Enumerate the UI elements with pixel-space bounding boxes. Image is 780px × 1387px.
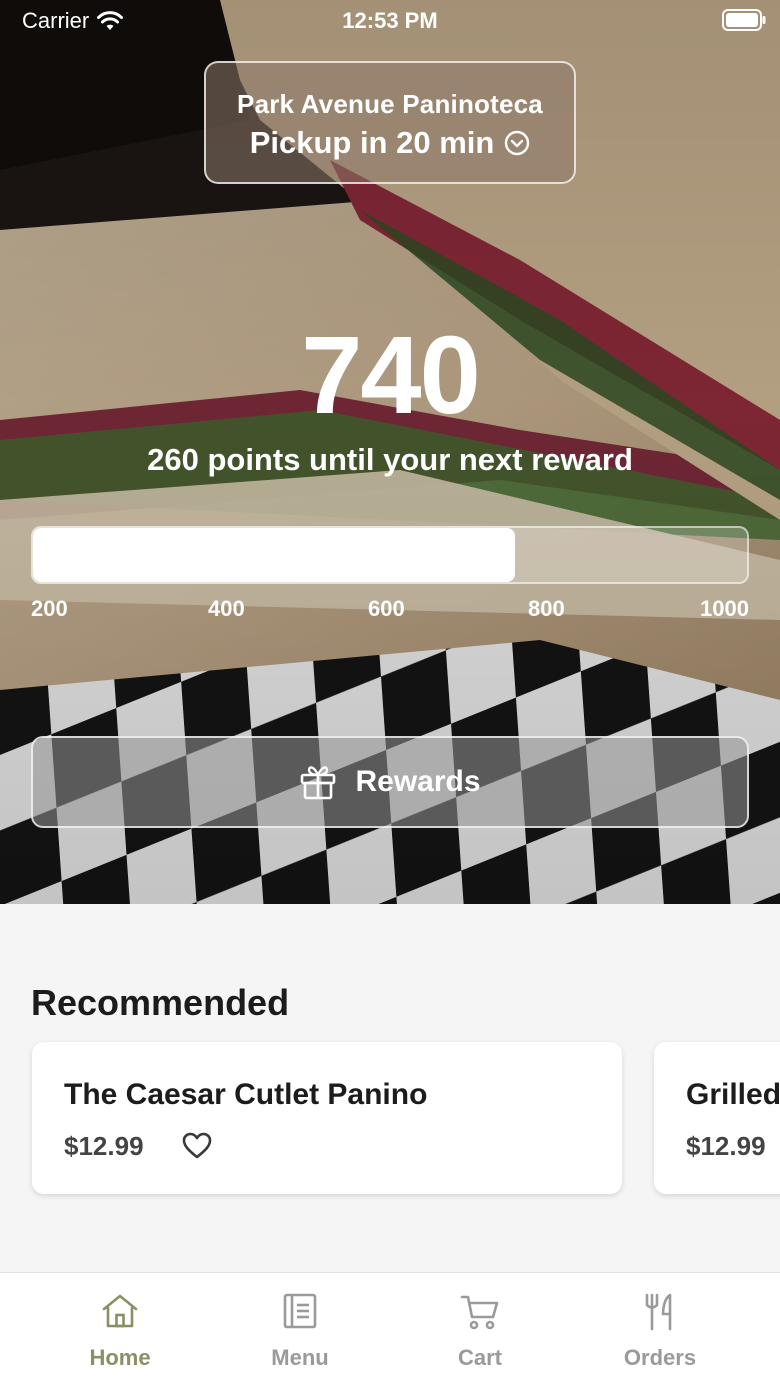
recommended-item-card[interactable]: Grilled $12.99 bbox=[654, 1042, 780, 1194]
tab-cart[interactable]: Cart bbox=[390, 1273, 570, 1387]
item-price: $12.99 bbox=[64, 1131, 144, 1161]
tab-orders[interactable]: Orders bbox=[570, 1273, 750, 1387]
cart-icon bbox=[460, 1295, 499, 1330]
progress-tick-labels: 200 400 600 800 1000 bbox=[31, 596, 749, 624]
utensils-icon bbox=[645, 1293, 672, 1331]
status-bar: Carrier 12:53 PM bbox=[0, 0, 780, 40]
rewards-progress-fill bbox=[33, 528, 515, 582]
pickup-time-label: Pickup in 20 min bbox=[249, 125, 495, 160]
battery-icon bbox=[722, 9, 766, 31]
tab-menu[interactable]: Menu bbox=[210, 1273, 390, 1387]
chevron-circle-down-icon bbox=[505, 130, 530, 156]
rewards-button-label: Rewards bbox=[355, 765, 481, 798]
heart-icon[interactable] bbox=[182, 1132, 212, 1160]
rewards-button[interactable]: Rewards bbox=[31, 736, 749, 828]
store-name: Park Avenue Paninoteca bbox=[237, 89, 543, 119]
item-name: The Caesar Cutlet Panino bbox=[64, 1078, 428, 1111]
tick-label: 200 bbox=[31, 596, 68, 621]
tab-home[interactable]: Home bbox=[30, 1273, 210, 1387]
tab-label: Menu bbox=[271, 1345, 329, 1370]
menu-icon bbox=[283, 1293, 317, 1329]
rewards-progress-bar bbox=[31, 526, 749, 584]
points-balance: 740 bbox=[301, 314, 481, 437]
tab-label: Orders bbox=[623, 1345, 697, 1370]
tick-label: 800 bbox=[528, 596, 565, 621]
hero-section: Carrier 12:53 PM Park Avenue Paninoteca … bbox=[0, 0, 780, 904]
points-until-reward: 260 points until your next reward bbox=[147, 442, 633, 477]
tick-label: 400 bbox=[208, 596, 245, 621]
tab-label: Cart bbox=[457, 1345, 502, 1370]
store-selector-button[interactable]: Park Avenue Paninoteca Pickup in 20 min bbox=[204, 61, 576, 184]
tab-label: Home bbox=[89, 1345, 151, 1370]
status-time: 12:53 PM bbox=[342, 8, 438, 33]
recommended-item-card[interactable]: The Caesar Cutlet Panino $12.99 bbox=[32, 1042, 622, 1194]
home-screen: Carrier 12:53 PM Park Avenue Paninoteca … bbox=[0, 0, 780, 1387]
item-price: $12.99 bbox=[686, 1131, 766, 1161]
recommended-title: Recommended bbox=[31, 982, 290, 1023]
home-icon bbox=[102, 1294, 138, 1328]
tick-label: 600 bbox=[368, 596, 405, 621]
tick-label: 1000 bbox=[700, 596, 749, 621]
item-name: Grilled bbox=[686, 1078, 780, 1111]
pickup-time-row: Pickup in 20 min bbox=[206, 125, 574, 161]
gift-icon bbox=[301, 766, 336, 800]
bottom-tab-bar: Home Menu Cart Orders bbox=[0, 1272, 780, 1387]
